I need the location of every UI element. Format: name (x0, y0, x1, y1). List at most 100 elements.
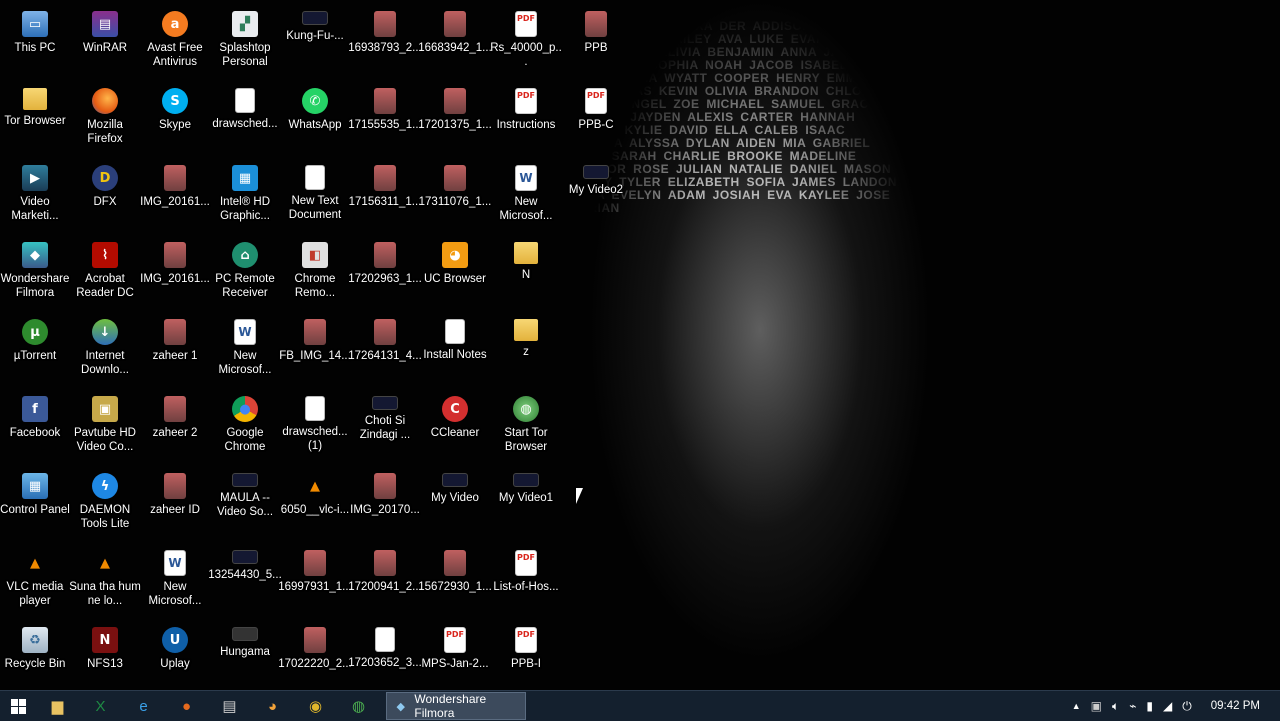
desktop-icon[interactable]: C CCleaner (420, 391, 490, 465)
desktop-icon[interactable]: N (491, 237, 561, 311)
desktop-icon[interactable]: zaheer ID (140, 468, 210, 542)
desktop-icon[interactable]: 17203652_3... (348, 622, 422, 696)
desktop-icon[interactable]: Tor Browser (0, 83, 70, 157)
desktop-icon[interactable]: ▦ Intel® HD Graphic... (210, 160, 280, 234)
desktop-icon[interactable]: ▞ Splashtop Personal (210, 6, 280, 80)
desktop-icon[interactable]: ↓ Internet Downlo... (70, 314, 140, 388)
desktop-icon[interactable]: 17156311_1... (349, 160, 421, 234)
desktop-icon[interactable]: drawsched... (1) (280, 391, 350, 465)
desktop-icon[interactable]: ▲ 6050__vlc-i... (280, 468, 350, 542)
desktop-icon-label: N (521, 269, 531, 281)
desktop-icon[interactable]: z (491, 314, 561, 388)
desktop-icon[interactable]: a Avast Free Antivirus (140, 6, 210, 80)
desktop-icon[interactable]: 17022220_2... (278, 622, 352, 696)
desktop-icon[interactable]: My Video1 (491, 468, 561, 542)
desktop-icon[interactable]: Choti Si Zindagi ... (350, 391, 420, 465)
desktop-icon[interactable]: S Skype (140, 83, 210, 157)
desktop-icon[interactable]: My Video2 (561, 160, 631, 234)
desktop-icon[interactable]: 13254430_5... (208, 545, 282, 619)
desktop-icon[interactable]: µ µTorrent (0, 314, 70, 388)
desktop-icon[interactable]: 17264131_4... (348, 314, 422, 388)
desktop-icon[interactable]: 15672930_1... (418, 545, 492, 619)
desktop-icon[interactable]: drawsched... (210, 83, 280, 157)
start-button[interactable] (0, 691, 36, 721)
desktop-icon[interactable]: My Video (420, 468, 490, 542)
desktop-icon[interactable]: ▲ VLC media player (0, 545, 70, 619)
vlc-icon: ▲ (30, 555, 40, 571)
desktop-icon[interactable]: Mozilla Firefox (70, 83, 140, 157)
taskbar-app-wondershare-filmora[interactable]: ◆ Wondershare Filmora (386, 692, 526, 720)
network-signal-icon[interactable]: ◢ (1163, 699, 1172, 713)
desktop-icon[interactable]: ◧ Chrome Remo... (280, 237, 350, 311)
desktop-icon[interactable]: IMG_20170... (350, 468, 420, 542)
desktop-icon[interactable]: PDF PPB-I (491, 622, 561, 696)
desktop-icon[interactable]: 17201375_1... (418, 83, 492, 157)
desktop-icon[interactable]: 17200941_2... (348, 545, 422, 619)
desktop-icon[interactable]: 17155535_1... (348, 83, 422, 157)
desktop-icon[interactable]: ▲ Suna tha hum ne lo... (69, 545, 141, 619)
desktop-icon-label: 13254430_5... (208, 569, 282, 581)
desktop-icon[interactable]: N NFS13 (70, 622, 140, 696)
taskbar-pinned-internet-explorer[interactable]: e (122, 691, 165, 721)
desktop-icon[interactable]: ◆ Wondershare Filmora (0, 237, 70, 311)
power-icon[interactable]: ⏻ (1182, 699, 1192, 714)
desktop-icon[interactable]: W New Microsof... (140, 545, 210, 619)
desktop-icon[interactable]: ▤ WinRAR (70, 6, 140, 80)
desktop-icon[interactable]: D DFX (70, 160, 140, 234)
desktop-icon[interactable]: W New Microsof... (210, 314, 280, 388)
desktop-icon[interactable]: ♻ Recycle Bin (0, 622, 70, 696)
taskbar-pinned-firefox[interactable]: ● (165, 691, 208, 721)
taskbar-pinned-file-explorer[interactable]: ▆ (36, 691, 79, 721)
desktop-icon[interactable]: 16938793_2... (348, 6, 422, 80)
desktop-icon[interactable]: W New Microsof... (491, 160, 561, 234)
desktop-icon[interactable]: ◕ UC Browser (420, 237, 490, 311)
desktop-icon[interactable]: ϟ DAEMON Tools Lite (70, 468, 140, 542)
desktop-icon[interactable]: PPB (561, 6, 631, 80)
desktop-icon[interactable]: zaheer 2 (140, 391, 210, 465)
desktop-icon[interactable]: PDF PPB-C (561, 83, 631, 157)
taskbar-pinned-printer[interactable]: ▤ (208, 691, 251, 721)
desktop-icon[interactable]: U Uplay (140, 622, 210, 696)
taskbar-pinned-tor-globe[interactable]: ◍ (337, 691, 380, 721)
desktop-icon[interactable]: MAULA -- Video So... (210, 468, 280, 542)
desktop-icon[interactable]: Kung-Fu-... (280, 6, 350, 80)
desktop-icon[interactable]: 17202963_1... (348, 237, 422, 311)
desktop-icon[interactable]: Hungama (210, 622, 280, 696)
pdf-icon: PDF (515, 550, 537, 576)
firefox-icon: ● (181, 697, 192, 715)
desktop-icon[interactable]: ▦ Control Panel (0, 468, 70, 542)
volume-icon[interactable]: 🔈︎ (1112, 699, 1119, 714)
desktop-icon[interactable]: Install Notes (420, 314, 490, 388)
desktop-icon[interactable]: New Text Document (280, 160, 350, 234)
desktop-icon[interactable]: IMG_20161... (140, 160, 210, 234)
desktop-icon[interactable]: PDF Rs_40000_p... (490, 6, 562, 80)
taskbar-pinned-uc-browser[interactable]: ◕ (251, 691, 294, 721)
desktop-icon[interactable]: PDF Instructions (491, 83, 561, 157)
desktop-icon[interactable]: ⌇ Acrobat Reader DC (70, 237, 140, 311)
video-thumbnail-icon (232, 550, 258, 564)
desktop-icon[interactable]: FB_IMG_14... (279, 314, 351, 388)
desktop-icon[interactable]: ▶ Video Marketi... (0, 160, 70, 234)
taskbar-clock[interactable]: 09:42 PM (1211, 700, 1260, 712)
desktop-icon[interactable]: zaheer 1 (140, 314, 210, 388)
desktop-icon[interactable]: 16683942_1... (418, 6, 492, 80)
desktop-icon[interactable]: 17311076_1... (419, 160, 491, 234)
desktop-icon[interactable]: ● Google Chrome (210, 391, 280, 465)
taskbar-pinned-excel[interactable]: X (79, 691, 122, 721)
desktop-icon[interactable]: ⌂ PC Remote Receiver (210, 237, 280, 311)
desktop-icon[interactable]: PDF List-of-Hos... (491, 545, 561, 619)
desktop-icon[interactable]: f Facebook (0, 391, 70, 465)
desktop-icon[interactable]: ◍ Start Tor Browser (491, 391, 561, 465)
desktop-icon[interactable]: PDF MPS-Jan-2... (420, 622, 490, 696)
usb-icon[interactable]: ⌁ (1129, 699, 1136, 713)
desktop-icon[interactable]: ✆ WhatsApp (280, 83, 350, 157)
taskbar-pinned-chrome[interactable]: ◉ (294, 691, 337, 721)
action-center-icon[interactable]: ▣ (1091, 699, 1102, 713)
desktop-icon[interactable]: IMG_20161... (140, 237, 210, 311)
show-hidden-icons-button[interactable]: ▲ (1072, 701, 1081, 711)
desktop-icon[interactable]: 16997931_1... (278, 545, 352, 619)
battery-icon[interactable]: ▮ (1146, 699, 1153, 713)
desktop-icon[interactable]: ▭ This PC (0, 6, 70, 80)
desktop-icon[interactable]: ▣ Pavtube HD Video Co... (70, 391, 140, 465)
desktop-icon-label: 17203652_3... (348, 657, 422, 669)
